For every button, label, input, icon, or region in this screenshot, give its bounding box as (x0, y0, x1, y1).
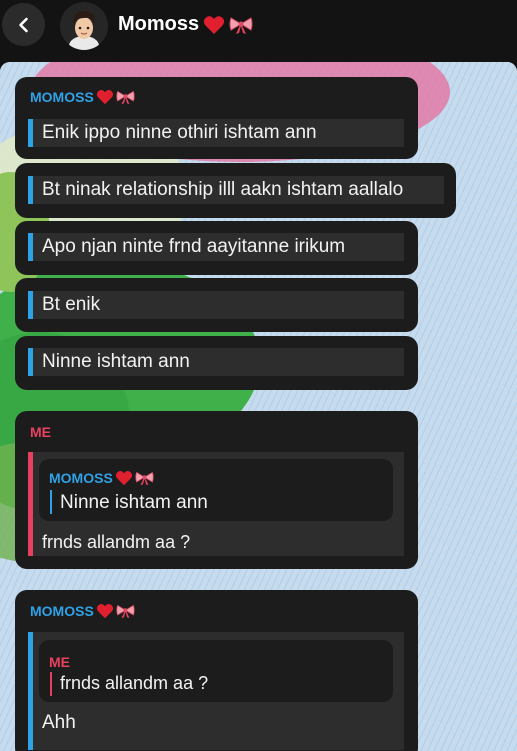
bow-icon (229, 16, 253, 34)
message-bubble[interactable]: MOMOSS ME frnds allandm aa ? Ahh (15, 590, 418, 751)
replied-accent-bar (50, 490, 52, 514)
message-line: Bt ninak relationship illl aakn ishtam a… (28, 176, 444, 204)
sender-name: MOMOSS (30, 603, 135, 619)
bow-icon (116, 90, 135, 105)
chat-title-text: Momoss (118, 13, 200, 35)
back-button[interactable] (2, 3, 45, 46)
heart-icon (96, 90, 113, 105)
message-bubble[interactable]: MOMOSS Enik ippo ninne othiri ishtam ann (15, 77, 418, 159)
chat-header: Momoss (0, 0, 517, 62)
heart-icon (115, 471, 132, 486)
message-text: Apo njan ninte frnd aayitanne irikum (42, 236, 346, 257)
reply-container: MOMOSS Ninne ishtam ann frnds allandm aa… (28, 452, 404, 556)
chat-area[interactable]: MOMOSS Enik ippo ninne othiri ishtam ann… (0, 62, 517, 751)
avatar[interactable] (60, 2, 108, 50)
message-text: Bt ninak relationship illl aakn ishtam a… (42, 179, 404, 200)
replied-text: Ninne ishtam ann (60, 492, 208, 513)
reply-container: ME frnds allandm aa ? Ahh (28, 632, 404, 750)
sender-name: MOMOSS (30, 89, 135, 105)
replied-text: frnds allandm aa ? (60, 673, 209, 693)
message-text: Ahh (42, 712, 76, 733)
replied-sender: MOMOSS (49, 470, 154, 486)
replied-message[interactable]: MOMOSS Ninne ishtam ann (39, 459, 393, 521)
replied-sender: ME (49, 654, 70, 670)
sender-name: ME (30, 424, 51, 440)
sender-name-text: MOMOSS (30, 603, 94, 619)
replied-accent-bar (50, 672, 52, 696)
replied-sender-text: MOMOSS (49, 470, 113, 486)
bow-icon (116, 604, 135, 619)
bow-icon (135, 471, 154, 486)
message-bubble[interactable]: Bt ninak relationship illl aakn ishtam a… (15, 163, 456, 218)
message-line: Ninne ishtam ann (28, 348, 404, 376)
replied-message[interactable]: ME frnds allandm aa ? (39, 640, 393, 702)
message-line: Enik ippo ninne othiri ishtam ann (28, 119, 404, 147)
message-line: Bt enik (28, 291, 404, 319)
message-bubble[interactable]: Bt enik (15, 278, 418, 332)
sender-name-text: MOMOSS (30, 89, 94, 105)
chevron-left-icon (18, 17, 28, 32)
message-text: Enik ippo ninne othiri ishtam ann (42, 122, 317, 143)
message-text: frnds allandm aa ? (42, 532, 191, 552)
chat-title[interactable]: Momoss (118, 13, 253, 36)
message-bubble[interactable]: Apo njan ninte frnd aayitanne irikum (15, 221, 418, 275)
message-text: Ninne ishtam ann (42, 351, 190, 372)
message-line: Apo njan ninte frnd aayitanne irikum (28, 233, 404, 261)
message-text: Bt enik (42, 294, 101, 315)
heart-icon (96, 604, 113, 619)
heart-icon (203, 15, 225, 34)
message-bubble[interactable]: Ninne ishtam ann (15, 336, 418, 390)
message-bubble[interactable]: ME MOMOSS Ninne ishtam ann frnds allandm… (15, 411, 418, 569)
